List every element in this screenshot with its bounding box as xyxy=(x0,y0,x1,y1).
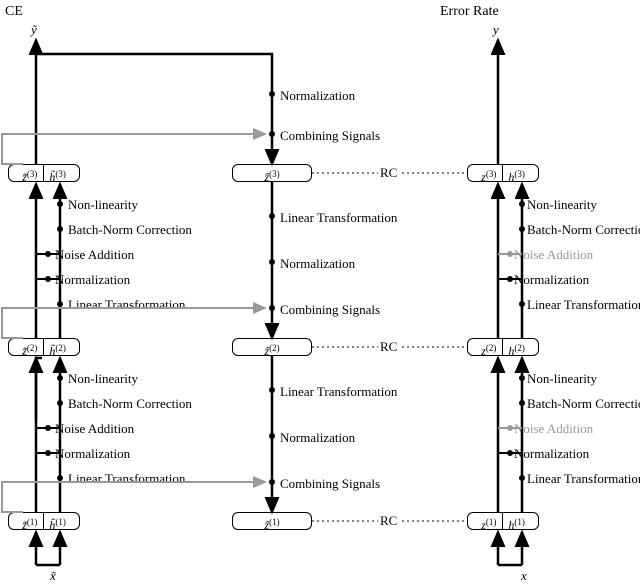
arrows-layer xyxy=(0,0,640,585)
